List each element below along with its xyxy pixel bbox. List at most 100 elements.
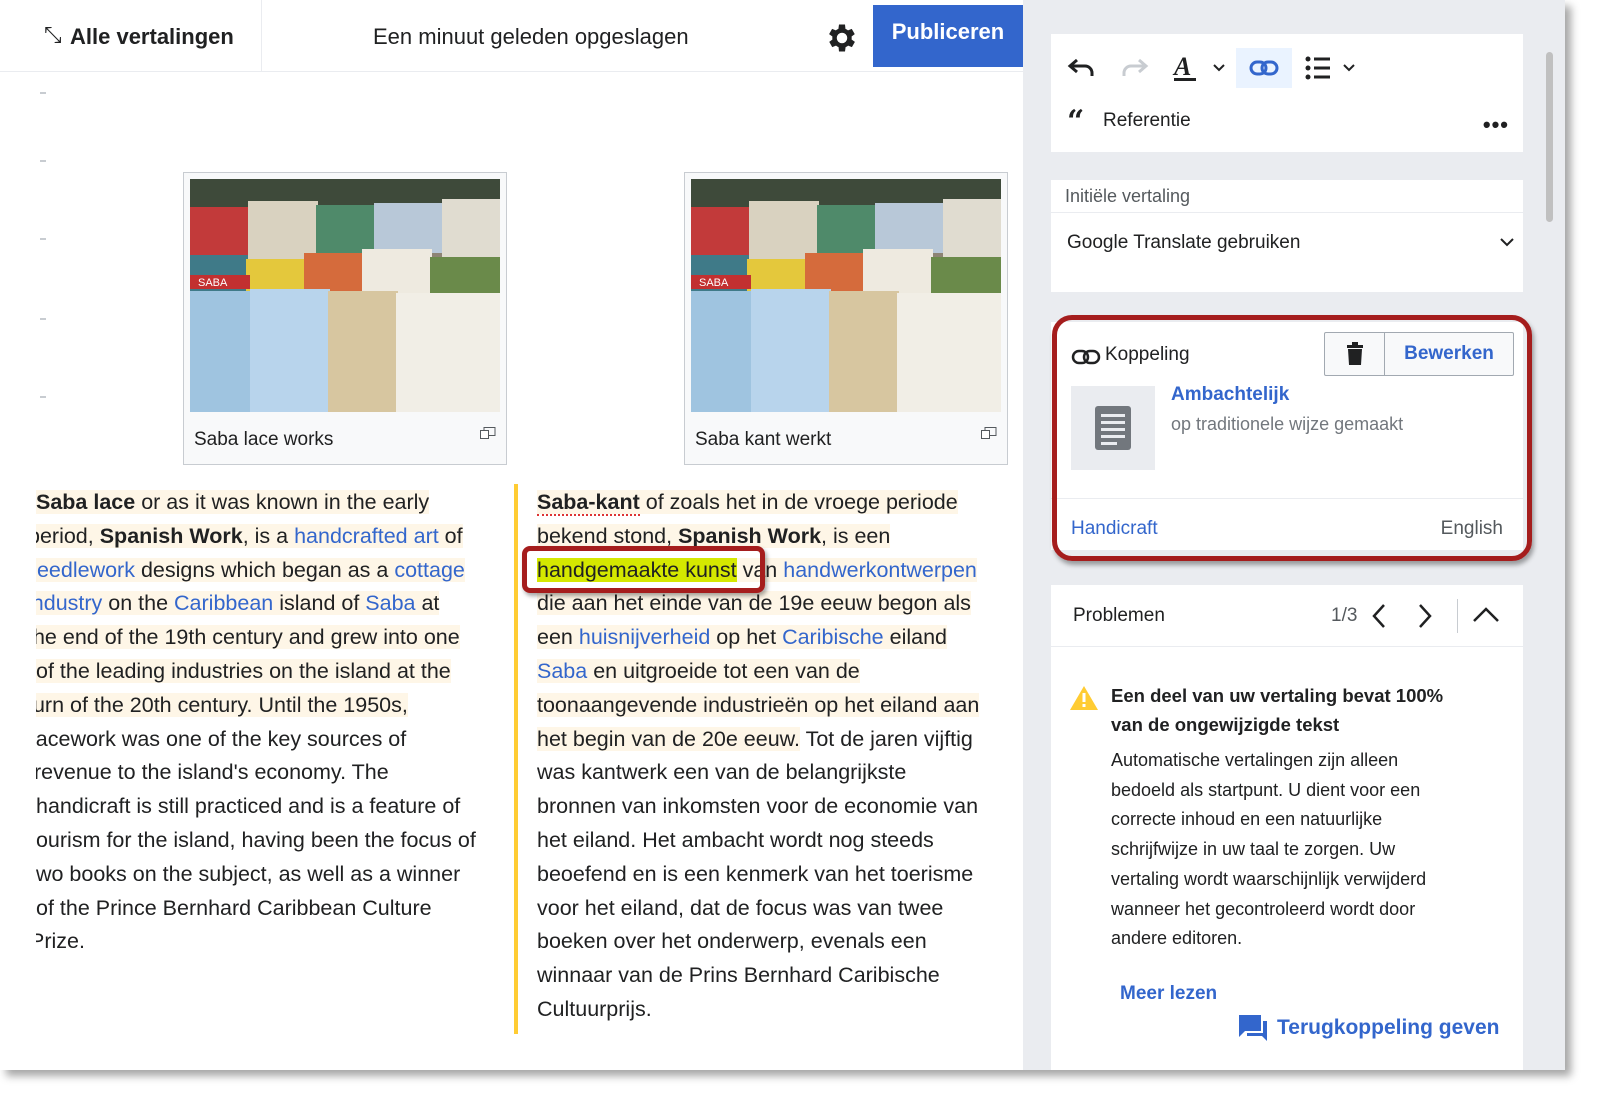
target-text: op het [710,625,783,650]
target-line: het eiland. Het ambacht wordt nog steeds [537,827,934,852]
link-icon[interactable] [1236,48,1292,88]
source-link[interactable]: handcrafted art [294,524,439,548]
reference-label: Referentie [1103,110,1191,131]
source-text: turn of the 20th century. Until the 1950… [36,692,408,717]
source-text: Prize. [36,929,85,954]
svg-text:A: A [1172,53,1191,81]
chevron-right-icon[interactable] [1415,601,1435,631]
source-image-figure[interactable]: SABA Saba lace works [183,172,507,465]
source-text: lacework was one of the key sources of [36,726,407,751]
save-status: Een minuut geleden opgeslagen [373,24,689,49]
chevron-up-icon[interactable] [1471,603,1501,627]
source-bold-term: Spanish Work [99,523,243,548]
source-line: Prize. [36,925,514,959]
more-options-icon[interactable]: ••• [1483,112,1509,138]
target-text: een [537,625,579,650]
target-text: Tot de jaren vijftig [800,726,973,751]
source-text: at [415,591,440,616]
target-text: of zoals het in de vroege periode [639,490,958,514]
source-image-caption: Saba lace works [194,429,334,450]
all-translations-label: Alle vertalingen [70,24,234,49]
publish-button[interactable]: Publiceren [873,5,1023,67]
target-line: bronnen van inkomsten voor de economie v… [537,794,979,819]
edge-mark [40,238,46,240]
source-text: of [438,523,463,548]
source-link[interactable]: Saba [365,591,415,615]
source-line: industry on the Caribbean island of Saba… [36,587,514,621]
all-translations-button[interactable]: ⤡ Alle vertalingen [42,0,262,72]
target-image-figure[interactable]: SABA Saba kant werkt [684,172,1008,465]
target-bold-term: Spanish Work [678,523,822,548]
chevron-down-icon[interactable] [1499,236,1515,248]
expand-icon[interactable] [981,427,997,439]
read-more-link[interactable]: Meer lezen [1120,983,1217,1005]
redo-icon[interactable] [1115,48,1155,88]
issue-body-line: Automatische vertalingen zijn alleen [1111,750,1399,770]
issue-body-line: wanneer het gecontroleerd wordt door [1111,898,1416,919]
text-style-icon[interactable]: A [1169,48,1231,88]
expand-icon[interactable] [480,427,496,439]
source-line: of the Prince Bernhard Caribbean Culture [36,892,514,926]
issue-body-line: vertaling wordt waarschijnlijk verwijder… [1111,868,1427,889]
feedback-button[interactable]: Terugkoppeling geven [1237,1013,1499,1043]
target-line: was kantwerk een van de belangrijkste [537,760,907,785]
saba-label: SABA [198,277,228,289]
edge-mark [40,396,46,398]
target-text: die aan het einde van de 19e eeuw begon … [537,591,971,616]
target-text: eiland [883,625,947,650]
target-link[interactable]: Caribische [782,625,884,649]
warning-icon [1070,686,1098,710]
target-line: boeken over het onderwerp, evenals een [537,929,927,954]
undo-icon[interactable] [1061,48,1101,88]
target-line: beoefend en is een kenmerk van het toeri… [537,861,974,886]
source-text: handicraft is still practiced and is a f… [36,794,461,819]
speech-bubble-icon [1239,1015,1267,1041]
target-line: een huisnijverheid op het Caribische eil… [537,621,1012,655]
source-line: of the leading industries on the island … [36,655,514,689]
target-text: , is een [821,523,891,548]
issue-body-line: andere editoren. [1111,928,1243,949]
feedback-label: Terugkoppeling geven [1277,1016,1500,1039]
quote-icon: “ [1067,104,1085,139]
initial-translation-select[interactable]: Google Translate gebruiken [1067,232,1300,254]
source-text: designs which began as a [134,557,395,582]
source-text: , is a [242,523,295,548]
source-line: handicraft is still practiced and is a f… [36,790,514,824]
target-line: toonaangevende industrieën op het eiland… [537,689,1012,723]
source-text: of the leading industries on the island … [36,658,451,683]
source-link[interactable]: cottage [394,558,465,582]
target-text: toonaangevende industrieën op het eiland… [537,692,980,717]
scrollbar[interactable] [1546,52,1553,222]
target-text: het begin van de 20e eeuw. [537,726,800,751]
source-text: two books on the subject, as well as a w… [36,861,461,886]
source-line: needlework designs which began as a cott… [36,554,514,588]
issue-body-line: bedoeld als startpunt. U dient voor een [1111,779,1421,800]
divider [1051,212,1523,213]
target-line: Cultuurprijs. [537,996,652,1021]
source-link[interactable]: needlework [36,558,135,582]
target-line: het begin van de 20e eeuw. Tot de jaren … [537,723,1012,757]
selection-callout [522,546,765,593]
publish-label: Publiceren [891,19,1005,44]
editor-toolbar: A “ Referentie ••• [1051,34,1523,152]
source-line: the end of the 19th century and grew int… [36,621,514,655]
issues-title: Problemen [1073,605,1165,626]
list-icon[interactable] [1303,48,1361,88]
source-line: Saba lace or as it was known in the earl… [36,486,514,520]
chevron-left-icon[interactable] [1369,601,1389,631]
issue-body-line: correcte inhoud en een natuurlijke [1111,809,1383,830]
target-link[interactable]: huisnijverheid [579,625,710,649]
source-link[interactable]: Caribbean [174,591,273,615]
target-link[interactable]: handwerkontwerpen [783,558,977,582]
source-link[interactable]: industry [36,591,102,615]
gear-icon[interactable] [824,20,860,56]
issue-body: Automatische vertalingen zijn alleen bed… [1111,746,1521,954]
saba-label: SABA [699,277,729,289]
target-link[interactable]: Saba [537,659,587,683]
issues-header: Problemen 1/3 [1051,585,1523,647]
source-line: tourism for the island, having been the … [36,824,514,858]
divider [1457,599,1458,633]
source-line: turn of the 20th century. Until the 1950… [36,689,514,723]
issues-count: 1/3 [1331,605,1358,626]
source-line: revenue to the island's economy. The [36,756,514,790]
